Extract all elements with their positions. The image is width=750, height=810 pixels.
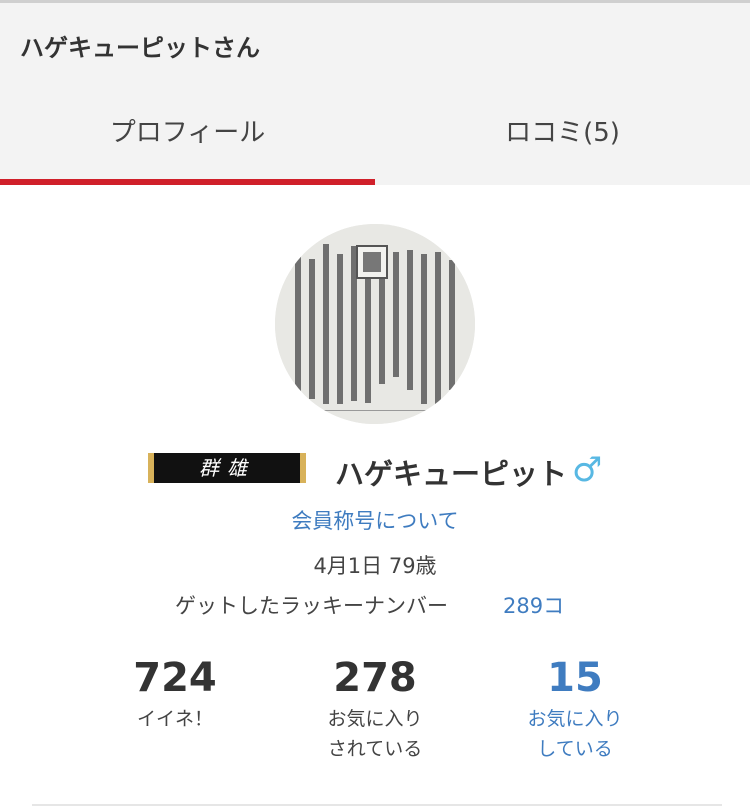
avatar-dictionary-image — [275, 224, 475, 424]
member-title-badge: 群雄 — [148, 453, 306, 483]
favorites-count[interactable]: 15 — [495, 655, 655, 701]
likes-count[interactable]: 724 — [95, 655, 255, 701]
likes-label: イイネ！ — [136, 708, 213, 730]
avatar[interactable] — [275, 224, 475, 424]
page-title: ハゲキューピットさん — [20, 34, 260, 62]
favorited-count[interactable]: 278 — [295, 655, 455, 701]
lucky-number-count[interactable]: 289コ — [503, 590, 564, 620]
top-divider — [0, 0, 750, 3]
member-title-info-link[interactable]: 会員称号について — [0, 505, 750, 535]
active-tab-indicator — [0, 179, 375, 185]
tab-profile[interactable]: プロフィール — [0, 112, 375, 152]
favorited-label-line1: お気に入り — [327, 708, 423, 730]
birthday-age: 4月1日 79歳 — [313, 554, 437, 578]
bottom-divider — [32, 804, 722, 806]
lucky-number-label: ゲットしたラッキーナンバー — [175, 594, 448, 618]
header-bar: ハゲキューピットさん プロフィール ロコミ(5) — [0, 0, 750, 185]
tab-reviews[interactable]: ロコミ(5) — [375, 112, 750, 152]
favorites-label-line1[interactable]: お気に入り — [495, 704, 655, 734]
favorited-label-line2: されている — [327, 738, 423, 760]
username: ハゲキューピット — [335, 457, 568, 491]
favorites-label-line2[interactable]: している — [495, 734, 655, 764]
male-icon: ♂ — [572, 450, 603, 490]
